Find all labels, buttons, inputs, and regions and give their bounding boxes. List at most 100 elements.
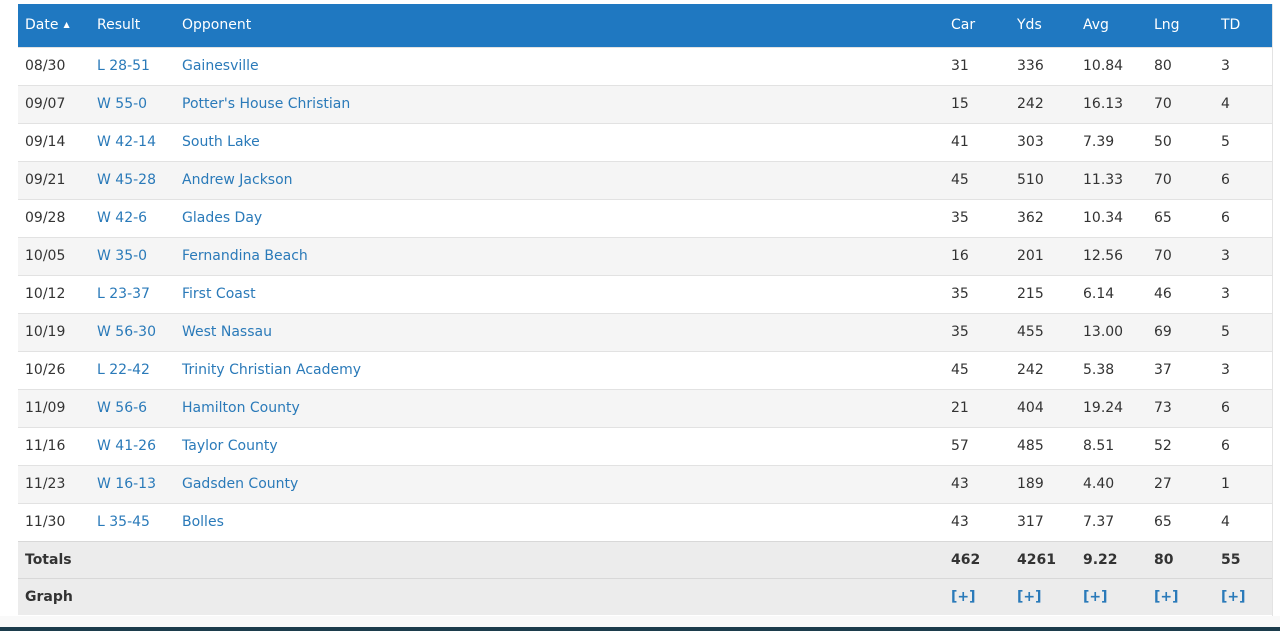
cell-avg: 7.39 (1076, 122, 1147, 161)
panel-right-border (1272, 4, 1273, 616)
opponent-link[interactable]: South Lake (175, 122, 944, 161)
cell-td: 1 (1214, 464, 1272, 503)
opponent-link[interactable]: First Coast (175, 274, 944, 313)
cell-lng: 69 (1147, 312, 1214, 351)
bottom-bar (0, 627, 1280, 631)
table-row: 11/16 W 41-26 Taylor County 57 485 8.51 52 6 (18, 426, 1272, 465)
cell-avg: 13.00 (1076, 312, 1147, 351)
table-row: 10/19 W 56-30 West Nassau 35 455 13.00 69 5 (18, 312, 1272, 351)
game-log-table: Date ▲ Result Opponent Car Yds Avg Lng TD… (18, 4, 1272, 615)
table-row: 10/05 W 35-0 Fernandina Beach 16 201 12.56 70 3 (18, 236, 1272, 275)
col-header-avg[interactable]: Avg (1076, 4, 1147, 47)
cell-avg: 4.40 (1076, 464, 1147, 503)
result-link[interactable]: L 22-42 (90, 350, 175, 389)
cell-avg: 16.13 (1076, 84, 1147, 123)
opponent-link[interactable]: West Nassau (175, 312, 944, 351)
cell-lng: 27 (1147, 464, 1214, 503)
result-link[interactable]: W 42-6 (90, 198, 175, 237)
opponent-link[interactable]: Bolles (175, 502, 944, 541)
opponent-link[interactable]: Gadsden County (175, 464, 944, 503)
cell-date: 11/16 (18, 426, 90, 465)
table-row: 08/30 L 28-51 Gainesville 31 336 10.84 80 3 (18, 46, 1272, 85)
game-log-panel: Date ▲ Result Opponent Car Yds Avg Lng TD… (18, 4, 1272, 615)
col-header-td[interactable]: TD (1214, 4, 1272, 47)
cell-date: 09/07 (18, 84, 90, 123)
result-link[interactable]: L 28-51 (90, 46, 175, 85)
cell-td: 3 (1214, 274, 1272, 313)
result-link[interactable]: W 35-0 (90, 236, 175, 275)
opponent-link[interactable]: Taylor County (175, 426, 944, 465)
cell-td: 4 (1214, 502, 1272, 541)
cell-lng: 50 (1147, 122, 1214, 161)
graph-yds-button[interactable]: [+] (1010, 577, 1076, 615)
totals-label: Totals (18, 540, 90, 578)
cell-td: 3 (1214, 46, 1272, 85)
result-link[interactable]: W 55-0 (90, 84, 175, 123)
cell-lng: 70 (1147, 160, 1214, 199)
result-link[interactable]: L 35-45 (90, 502, 175, 541)
cell-lng: 52 (1147, 426, 1214, 465)
opponent-link[interactable]: Andrew Jackson (175, 160, 944, 199)
cell-avg: 11.33 (1076, 160, 1147, 199)
graph-lng-button[interactable]: [+] (1147, 577, 1214, 615)
col-header-yds[interactable]: Yds (1010, 4, 1076, 47)
result-link[interactable]: W 16-13 (90, 464, 175, 503)
panel-bottom-shade (0, 616, 1280, 627)
col-header-opponent[interactable]: Opponent (175, 4, 944, 47)
table-row: 09/28 W 42-6 Glades Day 35 362 10.34 65 6 (18, 198, 1272, 237)
opponent-link[interactable]: Glades Day (175, 198, 944, 237)
cell-lng: 46 (1147, 274, 1214, 313)
cell-car: 57 (944, 426, 1010, 465)
cell-td: 4 (1214, 84, 1272, 123)
opponent-link[interactable]: Fernandina Beach (175, 236, 944, 275)
cell-yds: 242 (1010, 84, 1076, 123)
table-row: 09/07 W 55-0 Potter's House Christian 15 242… (18, 84, 1272, 123)
result-link[interactable]: W 45-28 (90, 160, 175, 199)
cell-car: 43 (944, 464, 1010, 503)
cell-lng: 65 (1147, 502, 1214, 541)
col-header-date[interactable]: Date ▲ (18, 4, 90, 47)
col-header-date-label: Date (25, 17, 59, 34)
col-header-result[interactable]: Result (90, 4, 175, 47)
opponent-link[interactable]: Gainesville (175, 46, 944, 85)
opponent-link[interactable]: Potter's House Christian (175, 84, 944, 123)
cell-yds: 189 (1010, 464, 1076, 503)
result-link[interactable]: L 23-37 (90, 274, 175, 313)
cell-lng: 70 (1147, 236, 1214, 275)
col-header-lng[interactable]: Lng (1147, 4, 1214, 47)
graph-car-button[interactable]: [+] (944, 577, 1010, 615)
table-body: 08/30 L 28-51 Gainesville 31 336 10.84 80 3 09/0… (18, 46, 1272, 541)
graph-avg-button[interactable]: [+] (1076, 577, 1147, 615)
cell-avg: 12.56 (1076, 236, 1147, 275)
cell-date: 09/21 (18, 160, 90, 199)
cell-yds: 201 (1010, 236, 1076, 275)
opponent-link[interactable]: Hamilton County (175, 388, 944, 427)
result-link[interactable]: W 56-30 (90, 312, 175, 351)
cell-yds: 303 (1010, 122, 1076, 161)
cell-avg: 8.51 (1076, 426, 1147, 465)
cell-td: 6 (1214, 160, 1272, 199)
table-row: 11/09 W 56-6 Hamilton County 21 404 19.24 73 6 (18, 388, 1272, 427)
result-link[interactable]: W 42-14 (90, 122, 175, 161)
cell-td: 6 (1214, 426, 1272, 465)
col-header-car[interactable]: Car (944, 4, 1010, 47)
totals-row: Totals 462 4261 9.22 80 55 (18, 540, 1272, 578)
totals-avg: 9.22 (1076, 540, 1147, 578)
cell-car: 35 (944, 274, 1010, 313)
cell-td: 5 (1214, 122, 1272, 161)
result-link[interactable]: W 41-26 (90, 426, 175, 465)
graph-td-button[interactable]: [+] (1214, 577, 1272, 615)
cell-date: 10/26 (18, 350, 90, 389)
cell-lng: 65 (1147, 198, 1214, 237)
result-link[interactable]: W 56-6 (90, 388, 175, 427)
cell-lng: 70 (1147, 84, 1214, 123)
cell-avg: 6.14 (1076, 274, 1147, 313)
cell-car: 45 (944, 160, 1010, 199)
cell-td: 3 (1214, 350, 1272, 389)
cell-td: 6 (1214, 388, 1272, 427)
sort-ascending-icon: ▲ (63, 20, 70, 30)
cell-car: 16 (944, 236, 1010, 275)
cell-date: 09/14 (18, 122, 90, 161)
opponent-link[interactable]: Trinity Christian Academy (175, 350, 944, 389)
cell-yds: 485 (1010, 426, 1076, 465)
